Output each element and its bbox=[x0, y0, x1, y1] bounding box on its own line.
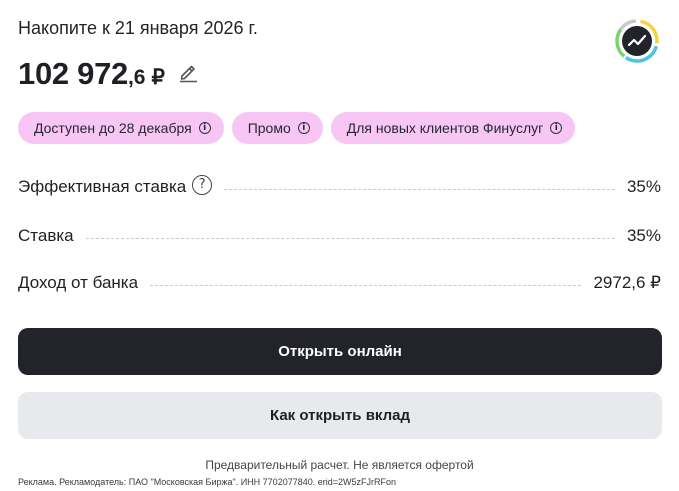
question-icon[interactable]: ? bbox=[192, 175, 213, 196]
rate-row: Ставка 35% bbox=[18, 224, 661, 248]
effective-rate-row: Эффективная ставка? 35% bbox=[18, 175, 661, 199]
open-online-button[interactable]: Открыть онлайн bbox=[18, 328, 662, 375]
disclaimer: Предварительный расчет. Не является офер… bbox=[205, 458, 474, 472]
info-icon: i bbox=[198, 122, 211, 134]
info-icon: i bbox=[297, 122, 310, 134]
leader-dots bbox=[85, 237, 615, 239]
effective-rate-label: Эффективная ставка? bbox=[18, 175, 213, 198]
info-icon: i bbox=[550, 122, 563, 134]
badge-label: Доступен до 28 декабря bbox=[34, 120, 192, 136]
badge-label: Для новых клиентов Финуслуг bbox=[346, 120, 544, 136]
amount-main: 102 972 bbox=[18, 56, 128, 91]
badge-new-clients[interactable]: Для новых клиентов Финуслуг i bbox=[330, 112, 576, 144]
chart-trend-icon bbox=[615, 19, 659, 63]
amount-fraction: ,6 bbox=[127, 66, 146, 89]
rate-label: Ставка bbox=[18, 226, 74, 245]
pencil-icon[interactable] bbox=[177, 61, 199, 83]
rate-value: 35% bbox=[626, 226, 661, 245]
income-row: Доход от банка 2972,6 ₽ bbox=[18, 271, 661, 295]
badge-promo[interactable]: Промо i bbox=[231, 112, 323, 144]
amount-currency: ₽ bbox=[151, 66, 165, 89]
effective-rate-text: Эффективная ставка bbox=[18, 176, 187, 196]
leader-dots bbox=[150, 284, 582, 286]
badge-label: Промо bbox=[247, 120, 291, 136]
income-value: 2972,6 ₽ bbox=[593, 273, 661, 292]
badge-list: Доступен до 28 декабря i Промо i Для нов… bbox=[18, 112, 576, 144]
income-label: Доход от банка bbox=[18, 273, 139, 292]
how-to-open-button[interactable]: Как открыть вклад bbox=[18, 392, 662, 439]
badge-available-until[interactable]: Доступен до 28 декабря i bbox=[18, 112, 224, 144]
leader-dots bbox=[224, 188, 615, 190]
effective-rate-value: 35% bbox=[626, 177, 661, 196]
ad-note: Реклама. Рекламодатель: ПАО "Московская … bbox=[18, 477, 396, 487]
savings-amount: 102 972 ,6 ₽ bbox=[18, 56, 199, 92]
page-heading: Накопите к 21 января 2026 г. bbox=[18, 18, 258, 38]
